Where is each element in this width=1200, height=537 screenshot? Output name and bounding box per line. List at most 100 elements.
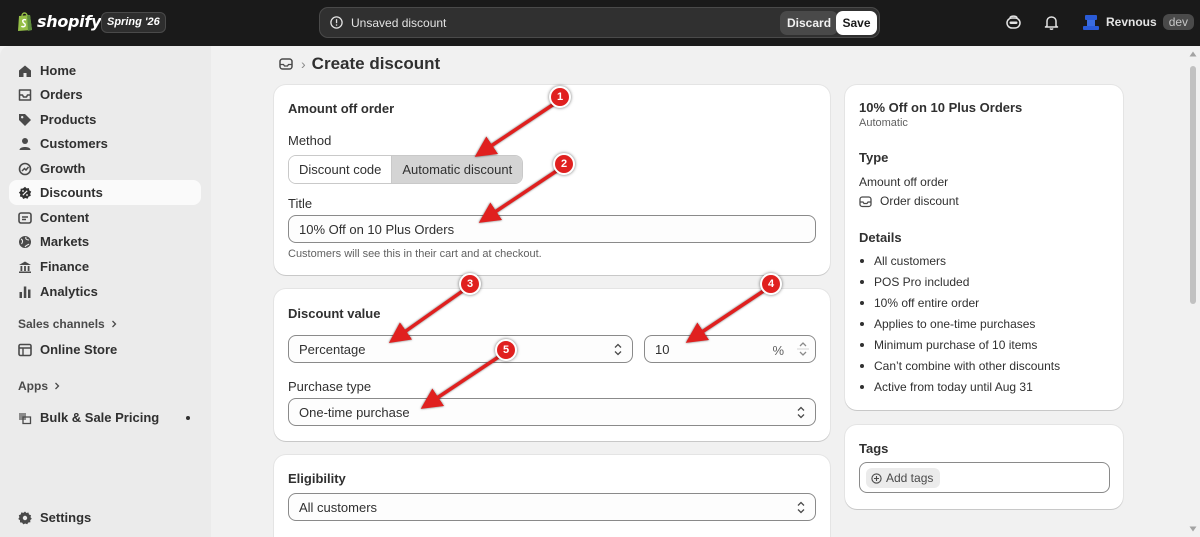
bar-chart-icon <box>19 286 31 298</box>
annotation-badge-4: 4 <box>760 273 782 295</box>
list-item: Minimum purchase of 10 items <box>859 337 1060 358</box>
shopify-logo[interactable]: shopify <box>17 11 101 32</box>
sidebar: Home Orders Products Customers Growth Di… <box>0 46 211 537</box>
shopify-bag-icon <box>18 12 32 31</box>
discard-button[interactable]: Discard <box>780 11 839 35</box>
sidebar-item-markets[interactable]: Markets <box>9 229 201 254</box>
sidebar-item-bulk-sale-pricing[interactable]: Bulk & Sale Pricing <box>9 405 201 430</box>
add-tags-button[interactable]: Add tags <box>866 468 941 488</box>
discount-amount-value: 10 <box>655 341 670 357</box>
bell-icon[interactable] <box>1043 14 1060 31</box>
discount-type-select[interactable]: Percentage <box>288 335 633 363</box>
purchase-type-select[interactable]: One-time purchase <box>288 398 816 426</box>
type-detail: Order discount <box>859 194 959 208</box>
annotation-badge-2: 2 <box>553 153 575 175</box>
select-chevron-icon <box>797 501 805 514</box>
unpin-dot-icon[interactable] <box>186 416 190 420</box>
sidebar-item-products[interactable]: Products <box>9 107 201 132</box>
annotation-badge-3: 3 <box>459 273 481 295</box>
percent-suffix: % <box>772 343 784 358</box>
sidebar-item-finance[interactable]: Finance <box>9 254 201 279</box>
amount-off-order-card: Amount off order Method Discount code Au… <box>274 85 830 275</box>
top-bar: shopify Spring '26 Unsaved discount Disc… <box>0 0 1200 46</box>
discount-amount-input[interactable]: 10 % <box>644 335 816 363</box>
plus-circle-icon <box>871 472 882 484</box>
annotation-badge-5: 5 <box>495 339 517 361</box>
page-title: Create discount <box>311 54 441 73</box>
sidebar-item-customers[interactable]: Customers <box>9 131 201 156</box>
title-input-value: 10% Off on 10 Plus Orders <box>299 221 455 237</box>
section-label: Apps <box>18 379 48 393</box>
breadcrumb-separator: › <box>301 56 306 72</box>
tag-icon <box>19 113 31 126</box>
sidebar-item-settings[interactable]: Settings <box>9 505 201 530</box>
list-item: Can’t combine with other discounts <box>859 358 1060 379</box>
sidekick-icon[interactable] <box>1005 14 1022 31</box>
tags-card: Tags Add tags <box>845 425 1123 509</box>
tags-input[interactable]: Add tags <box>859 462 1110 493</box>
save-button[interactable]: Save <box>836 11 877 35</box>
details-heading: Details <box>859 230 902 245</box>
sidebar-item-content[interactable]: Content <box>9 205 201 230</box>
title-help-text: Customers will see this in their cart an… <box>288 248 542 260</box>
list-item: Applies to one-time purchases <box>859 316 1060 337</box>
discount-inbox-icon[interactable] <box>279 57 293 71</box>
page-scrollbar[interactable] <box>1186 46 1200 537</box>
info-icon <box>330 16 343 29</box>
chevron-right-icon <box>55 382 60 390</box>
home-icon <box>19 65 31 77</box>
person-icon <box>19 137 31 150</box>
sales-channels-section[interactable]: Sales channels <box>18 317 118 331</box>
purchase-type-label: Purchase type <box>288 379 372 394</box>
automatic-discount-option[interactable]: Automatic discount <box>391 156 523 183</box>
tags-heading: Tags <box>859 441 889 456</box>
discount-code-option[interactable]: Discount code <box>289 156 392 183</box>
list-item: 10% off entire order <box>859 295 1060 316</box>
annotation-badge-1: 1 <box>549 86 571 108</box>
card-title: Eligibility <box>288 471 346 486</box>
sidebar-item-label: Growth <box>40 161 86 176</box>
edition-badge[interactable]: Spring '26 <box>101 12 166 33</box>
sidebar-item-label: Finance <box>40 259 90 274</box>
environment-badge: dev <box>1162 14 1195 30</box>
title-input[interactable]: 10% Off on 10 Plus Orders <box>288 215 816 243</box>
sidebar-item-home[interactable]: Home <box>9 58 201 83</box>
sidebar-item-label: Discounts <box>40 185 103 200</box>
number-stepper-icon[interactable] <box>796 339 810 359</box>
scroll-down-arrow-icon[interactable] <box>1189 526 1197 532</box>
apps-section[interactable]: Apps <box>18 379 61 393</box>
user-menu[interactable]: Revnous dev <box>1082 13 1195 31</box>
scrollbar-thumb[interactable] <box>1190 66 1196 304</box>
summary-card: 10% Off on 10 Plus Orders Automatic Type… <box>845 85 1123 410</box>
section-label: Sales channels <box>18 317 105 331</box>
card-title: Discount value <box>288 306 381 321</box>
type-heading: Type <box>859 150 889 165</box>
scroll-up-arrow-icon[interactable] <box>1189 51 1197 57</box>
sidebar-item-online-store[interactable]: Online Store <box>9 337 201 362</box>
list-item: All customers <box>859 253 1060 274</box>
sidebar-item-label: Content <box>40 210 90 225</box>
sidebar-item-orders[interactable]: Orders <box>9 82 201 107</box>
order-discount-icon <box>859 195 872 207</box>
sidebar-item-label: Products <box>40 112 97 127</box>
gear-icon <box>18 511 32 524</box>
eligibility-select[interactable]: All customers <box>288 493 816 521</box>
summary-subtitle: Automatic <box>859 117 908 129</box>
user-name: Revnous <box>1106 15 1157 29</box>
sidebar-item-growth[interactable]: Growth <box>9 156 201 181</box>
sidebar-item-label: Markets <box>40 234 90 249</box>
sidebar-item-analytics[interactable]: Analytics <box>9 279 201 304</box>
discount-value-card: Discount value Percentage 10 % Purchase … <box>274 289 830 441</box>
purchase-type-value: One-time purchase <box>299 404 410 420</box>
sidebar-item-label: Bulk & Sale Pricing <box>40 410 160 425</box>
sidebar-item-label: Analytics <box>40 284 98 299</box>
chevron-right-icon <box>111 320 117 328</box>
growth-icon <box>18 162 32 175</box>
globe-icon <box>19 235 31 248</box>
title-label: Title <box>288 196 313 211</box>
method-segmented-control: Discount code Automatic discount <box>288 155 524 184</box>
sidebar-item-discounts[interactable]: Discounts <box>9 180 201 205</box>
add-tags-label: Add tags <box>886 471 934 485</box>
contextual-save-bar: Unsaved discount Discard Save <box>319 7 880 38</box>
card-title: Amount off order <box>288 101 395 116</box>
